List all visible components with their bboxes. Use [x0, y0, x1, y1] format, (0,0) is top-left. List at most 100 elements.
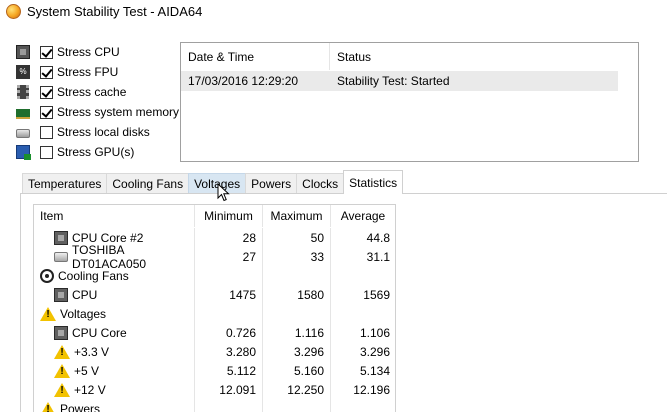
- row-maximum: 5.160: [262, 361, 330, 380]
- stress-cpu-checkbox[interactable]: [40, 45, 53, 59]
- row-minimum: 28: [194, 228, 262, 247]
- group-label: Voltages: [60, 306, 107, 321]
- row-maximum: 12.250: [262, 380, 330, 399]
- row-maximum: 33: [262, 247, 330, 266]
- table-row[interactable]: CPU Core 0.726 1.116 1.106: [34, 323, 395, 342]
- chip-icon: [54, 287, 68, 302]
- stress-option-memory[interactable]: Stress system memory: [16, 102, 186, 122]
- tab-strip: Temperatures Cooling Fans Voltages Power…: [22, 170, 404, 194]
- warning-icon: !: [54, 344, 70, 359]
- row-item: ! +3.3 V: [34, 342, 194, 361]
- group-label: Cooling Fans: [58, 268, 129, 283]
- row-minimum: 0.726: [194, 323, 262, 342]
- row-minimum: [194, 304, 262, 323]
- table-group-row[interactable]: Cooling Fans: [34, 266, 395, 285]
- stress-gpu-checkbox[interactable]: [40, 145, 53, 159]
- tab-statistics[interactable]: Statistics: [343, 170, 404, 194]
- stress-cache-checkbox[interactable]: [40, 85, 53, 99]
- log-header: Date & Time Status: [181, 43, 638, 71]
- stats-header-maximum[interactable]: Maximum: [262, 205, 330, 227]
- row-minimum: 3.280: [194, 342, 262, 361]
- stress-option-label: Stress cache: [57, 85, 127, 99]
- row-average: [330, 399, 395, 412]
- log-row[interactable]: 17/03/2016 12:29:20 Stability Test: Star…: [181, 71, 618, 91]
- row-average: 31.1: [330, 247, 395, 266]
- cpu-icon: [16, 45, 30, 59]
- row-item: ! +12 V: [34, 380, 194, 399]
- stress-option-label: Stress local disks: [57, 125, 150, 139]
- stats-header-average[interactable]: Average: [330, 205, 395, 227]
- table-row[interactable]: ! +5 V 5.112 5.160 5.134: [34, 361, 395, 380]
- stress-option-disks[interactable]: Stress local disks: [16, 122, 186, 142]
- stress-option-cpu[interactable]: Stress CPU: [16, 42, 186, 62]
- row-label: +5 V: [74, 363, 100, 378]
- tab-clocks[interactable]: Clocks: [296, 173, 345, 194]
- stats-header-minimum[interactable]: Minimum: [194, 205, 262, 227]
- window-title: System Stability Test - AIDA64: [27, 3, 203, 19]
- tab-cooling-fans[interactable]: Cooling Fans: [106, 173, 190, 194]
- stress-option-label: Stress FPU: [57, 65, 119, 79]
- log-header-datetime[interactable]: Date & Time: [181, 43, 330, 70]
- cache-icon: [17, 85, 29, 99]
- disk-icon: [16, 129, 30, 138]
- row-label: CPU: [72, 287, 98, 302]
- table-row[interactable]: ! +12 V 12.091 12.250 12.196: [34, 380, 395, 399]
- row-label: CPU Core: [72, 325, 127, 340]
- table-group-row[interactable]: ! Voltages: [34, 304, 395, 323]
- stress-option-label: Stress CPU: [57, 45, 120, 59]
- row-item: CPU Core: [34, 323, 194, 342]
- tab-powers[interactable]: Powers: [245, 173, 298, 194]
- chip-icon: [54, 230, 68, 245]
- row-maximum: 1.116: [262, 323, 330, 342]
- row-item: ! Powers: [34, 399, 194, 412]
- stress-option-fpu[interactable]: % Stress FPU: [16, 62, 186, 82]
- row-minimum: 12.091: [194, 380, 262, 399]
- row-maximum: 3.296: [262, 342, 330, 361]
- row-item: Cooling Fans: [34, 266, 194, 285]
- group-label: Powers: [60, 401, 101, 412]
- stats-header-item[interactable]: Item: [34, 205, 194, 227]
- table-row[interactable]: ! +3.3 V 3.280 3.296 3.296: [34, 342, 395, 361]
- chip-icon: [54, 325, 68, 340]
- statistics-table[interactable]: Item Minimum Maximum Average CPU Core #2…: [33, 204, 396, 412]
- aida64-app-icon: [6, 3, 21, 19]
- row-average: 3.296: [330, 342, 395, 361]
- row-label: +12 V: [74, 382, 106, 397]
- row-item: TOSHIBA DT01ACA050: [34, 243, 194, 271]
- row-average: [330, 266, 395, 285]
- gpu-icon: [16, 145, 31, 160]
- row-minimum: 27: [194, 247, 262, 266]
- table-row[interactable]: TOSHIBA DT01ACA050 27 33 31.1: [34, 243, 395, 271]
- stress-fpu-checkbox[interactable]: [40, 65, 53, 79]
- warning-icon: !: [54, 382, 70, 397]
- row-average: [330, 304, 395, 323]
- row-minimum: 5.112: [194, 361, 262, 380]
- table-group-row[interactable]: ! Powers: [34, 399, 395, 412]
- warning-icon: !: [54, 363, 70, 378]
- tab-temperatures[interactable]: Temperatures: [22, 173, 108, 194]
- stress-disks-checkbox[interactable]: [40, 125, 53, 139]
- disk-icon: [54, 251, 68, 262]
- row-maximum: [262, 266, 330, 285]
- status-log[interactable]: Date & Time Status 17/03/2016 12:29:20 S…: [180, 42, 639, 162]
- log-header-status[interactable]: Status: [330, 50, 371, 64]
- table-row[interactable]: CPU 1475 1580 1569: [34, 285, 395, 304]
- warning-icon: !: [40, 401, 56, 412]
- stress-option-label: Stress GPU(s): [57, 145, 135, 159]
- row-maximum: [262, 399, 330, 412]
- row-minimum: [194, 266, 262, 285]
- stats-header: Item Minimum Maximum Average: [34, 205, 395, 228]
- row-minimum: [194, 399, 262, 412]
- row-maximum: 1580: [262, 285, 330, 304]
- stress-option-gpu[interactable]: Stress GPU(s): [16, 142, 186, 162]
- mouse-cursor-icon: [217, 183, 230, 202]
- stress-memory-checkbox[interactable]: [40, 105, 53, 119]
- fpu-icon: %: [16, 65, 30, 79]
- stress-option-cache[interactable]: Stress cache: [16, 82, 186, 102]
- memory-icon: [16, 108, 30, 119]
- row-average: 5.134: [330, 361, 395, 380]
- row-maximum: 50: [262, 228, 330, 247]
- stress-options: Stress CPU % Stress FPU Stress cache Str…: [16, 42, 186, 162]
- row-item: CPU: [34, 285, 194, 304]
- fan-icon: [40, 268, 54, 283]
